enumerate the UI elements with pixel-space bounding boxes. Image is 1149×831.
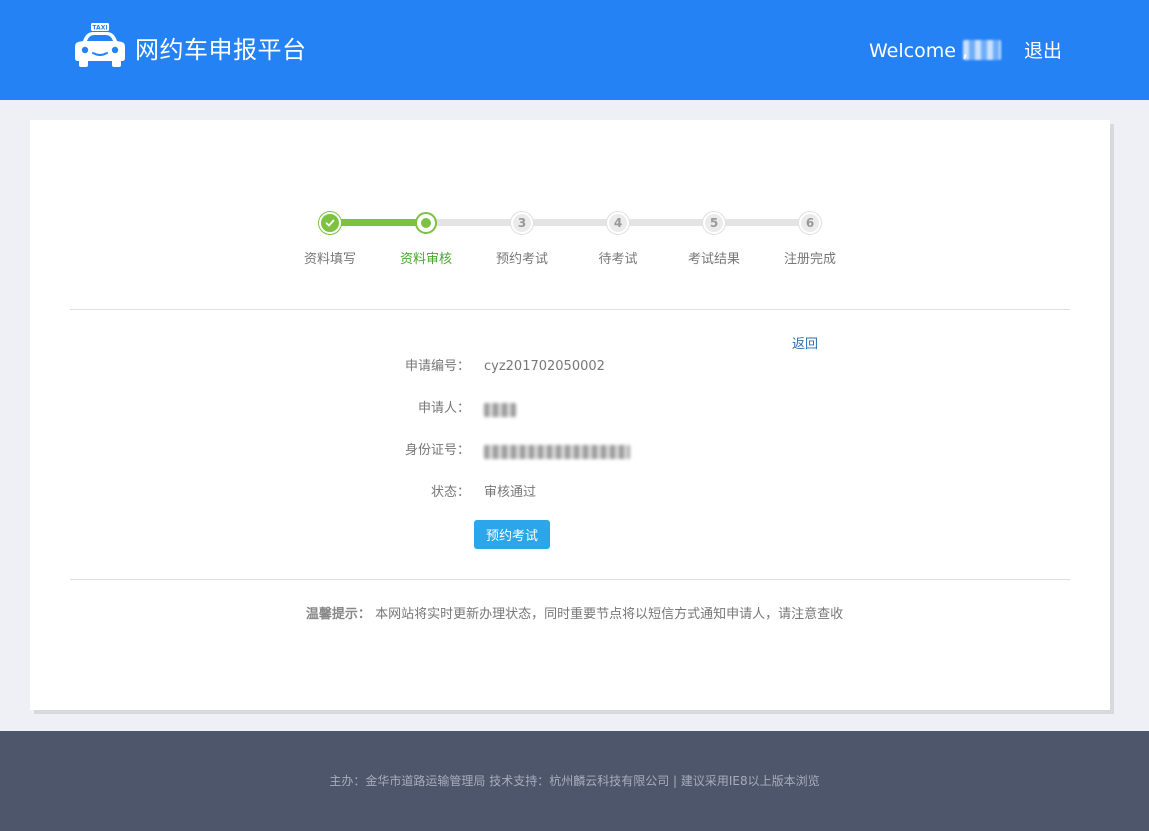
notice-label: 温馨提示： xyxy=(305,607,371,622)
divider-top xyxy=(70,309,1070,310)
app-title: 网约车申报平台 xyxy=(135,36,307,64)
back-link[interactable]: 返回 xyxy=(792,333,818,352)
notice-text: 本网站将实时更新办理状态，同时重要节点将以短信方式通知申请人，请注意查收 xyxy=(375,607,844,622)
status-value: 审核通过 xyxy=(484,485,537,500)
progress-fill xyxy=(330,219,426,226)
step-2-indicator xyxy=(415,212,437,234)
username-redacted xyxy=(963,40,1001,60)
footer: 主办：金华市道路运输管理局 技术支持：杭州麟云科技有限公司 | 建议采用IE8以… xyxy=(0,731,1149,831)
header-bar: TAXI 网约车申报平台 Welcome , 退出 xyxy=(0,0,1149,100)
status-label: 状态： xyxy=(430,485,470,500)
welcome-text: Welcome , xyxy=(869,40,968,62)
divider-bottom xyxy=(70,579,1070,580)
book-exam-button[interactable]: 预约考试 xyxy=(474,520,550,549)
check-icon xyxy=(325,219,335,227)
id-number-redacted xyxy=(484,445,630,459)
step-5-label: 考试结果 xyxy=(687,252,740,267)
application-number-label: 申请编号： xyxy=(404,359,470,374)
step-4-label: 待考试 xyxy=(598,252,638,267)
applicant-name-redacted xyxy=(484,403,516,417)
id-number-label: 身份证号： xyxy=(404,443,470,458)
step-1-label: 资料填写 xyxy=(303,252,356,267)
step-3-label: 预约考试 xyxy=(495,252,548,267)
step-5-indicator: 5 xyxy=(703,212,725,234)
notice: 温馨提示： 本网站将实时更新办理状态，同时重要节点将以短信方式通知申请人，请注意… xyxy=(0,603,1149,622)
step-6-label: 注册完成 xyxy=(783,252,836,267)
taxi-sign-text: TAXI xyxy=(92,25,107,32)
logout-link[interactable]: 退出 xyxy=(1024,38,1062,64)
step-1-indicator xyxy=(319,212,341,234)
application-number-value: cyz201702050002 xyxy=(484,359,605,374)
step-3-indicator: 3 xyxy=(511,212,533,234)
step-6-indicator: 6 xyxy=(799,212,821,234)
applicant-label: 申请人： xyxy=(417,401,470,416)
footer-text: 主办：金华市道路运输管理局 技术支持：杭州麟云科技有限公司 | 建议采用IE8以… xyxy=(329,774,820,788)
step-2-label: 资料审核 xyxy=(399,252,452,267)
taxi-icon: TAXI xyxy=(75,23,125,67)
step-4-indicator: 4 xyxy=(607,212,629,234)
